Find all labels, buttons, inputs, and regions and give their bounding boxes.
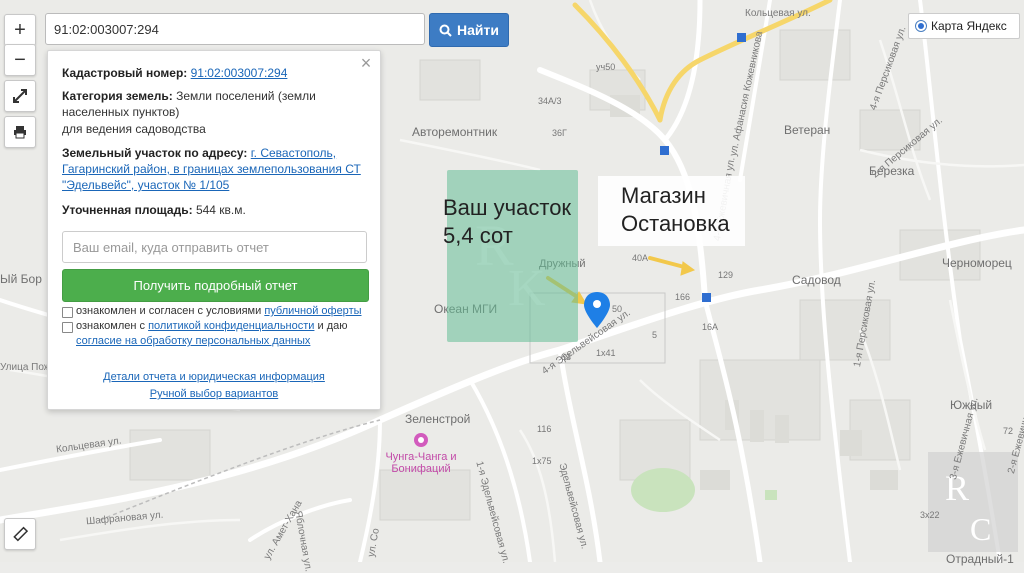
address-label: Земельный участок по адресу:	[62, 146, 248, 160]
district-label: Ветеран	[784, 123, 831, 137]
district-label: Черноморец	[942, 256, 1012, 270]
privacy-consent-prefix: ознакомлен с	[76, 320, 146, 332]
shop-callout-line1: Магазин	[621, 183, 706, 208]
personal-data-consent-link[interactable]: согласие на обработку персональных данны…	[76, 335, 310, 347]
district-label: Авторемонтник	[412, 125, 498, 139]
report-button-label: Получить подробный отчет	[133, 278, 298, 293]
cadastral-label: Кадастровый номер:	[62, 66, 188, 80]
map-type-label: Карта Яндекс	[931, 19, 1007, 33]
map-type-yandex[interactable]: Карта Яндекс	[908, 13, 1020, 39]
offer-consent-prefix: ознакомлен и согласен с условиями	[76, 305, 262, 317]
house-number: 166	[675, 292, 691, 302]
printer-icon	[14, 126, 26, 139]
privacy-policy-link[interactable]: политикой конфиденциальности	[148, 320, 314, 332]
area-row: Уточненная площадь: 544 кв.м.	[62, 202, 362, 218]
get-report-button[interactable]: Получить подробный отчет	[62, 269, 369, 302]
street-label: Кольцевая ул.	[745, 8, 811, 19]
district-label: Ый Бор	[0, 272, 42, 286]
radio-selected-icon[interactable]	[915, 20, 927, 32]
email-input[interactable]: Ваш email, куда отправить отчет	[62, 231, 367, 263]
email-placeholder: Ваш email, куда отправить отчет	[73, 239, 269, 255]
plot-callout-line1: Ваш участок	[443, 195, 572, 220]
house-number: уч50	[596, 62, 616, 72]
print-button[interactable]	[4, 116, 36, 148]
house-number: 1х41	[596, 348, 616, 358]
house-number: 72	[1003, 426, 1014, 436]
house-number: 129	[718, 270, 734, 280]
offer-checkbox[interactable]	[62, 307, 73, 318]
details-link[interactable]: Детали отчета и юридическая информация	[103, 371, 325, 383]
house-number: 34А/3	[538, 96, 562, 106]
zoom-in-button[interactable]: +	[4, 14, 36, 46]
shop-callout-line2: Остановка	[621, 211, 730, 236]
house-number: 1х75	[532, 456, 552, 466]
manual-link-row: Ручной выбор вариантов	[48, 388, 380, 400]
ruler-button[interactable]	[4, 518, 36, 550]
house-number: 116	[537, 424, 552, 434]
cadastral-row: Кадастровый номер: 91:02:003007:294	[62, 65, 362, 81]
house-number: 50	[612, 304, 623, 314]
manual-selection-link[interactable]: Ручной выбор вариантов	[150, 388, 278, 400]
category-label: Категория земель:	[62, 89, 173, 103]
search-input-value: 91:02:003007:294	[54, 21, 159, 37]
privacy-consent-text: ознакомлен с политикой конфиденциальност…	[76, 319, 371, 349]
area-value: 544 кв.м.	[195, 203, 246, 217]
svg-text:C: C	[970, 511, 991, 547]
district-label: Зеленстрой	[405, 412, 471, 426]
search-button[interactable]: Найти	[429, 13, 509, 47]
privacy-consent-mid: и даю	[317, 320, 348, 332]
house-number: 5	[652, 330, 658, 340]
parcel-info-panel: × Кадастровый номер: 91:02:003007:294 Ка…	[47, 50, 381, 410]
ruler-icon	[13, 526, 28, 542]
district-label: Отрадный-1	[946, 552, 1014, 566]
privacy-checkbox[interactable]	[62, 322, 73, 333]
fullscreen-button[interactable]	[4, 80, 36, 112]
offer-link[interactable]: публичной оферты	[264, 305, 361, 317]
search-icon	[439, 24, 452, 37]
cadastral-link[interactable]: 91:02:003007:294	[191, 66, 288, 80]
zoom-out-button[interactable]: −	[4, 44, 36, 76]
expand-icon	[13, 89, 27, 103]
district-label: Садовод	[792, 273, 841, 287]
house-number: 36Г	[552, 128, 567, 138]
plot-callout-line2: 5,4 сот	[443, 223, 513, 248]
house-number: 63	[561, 352, 572, 362]
house-number: 16А	[702, 322, 719, 332]
category-use: для ведения садоводства	[62, 122, 206, 136]
address-row: Земельный участок по адресу: г. Севастоп…	[62, 145, 362, 193]
house-number: 40А	[632, 253, 649, 263]
house-number: 3х22	[920, 510, 940, 520]
area-label: Уточненная площадь:	[62, 203, 193, 217]
plot-callout: Ваш участок 5,4 сот	[443, 194, 571, 250]
search-button-label: Найти	[457, 22, 499, 38]
cadastral-search-input[interactable]: 91:02:003007:294	[45, 13, 425, 45]
offer-consent-text: ознакомлен и согласен с условиями публич…	[76, 304, 371, 319]
details-link-row: Детали отчета и юридическая информация	[48, 371, 380, 383]
shop-callout: Магазин Остановка	[621, 182, 730, 238]
category-row: Категория земель: Земли поселений (земли…	[62, 88, 362, 120]
poi-label[interactable]: Чунга-Чанга и Бонифаций	[376, 451, 466, 475]
